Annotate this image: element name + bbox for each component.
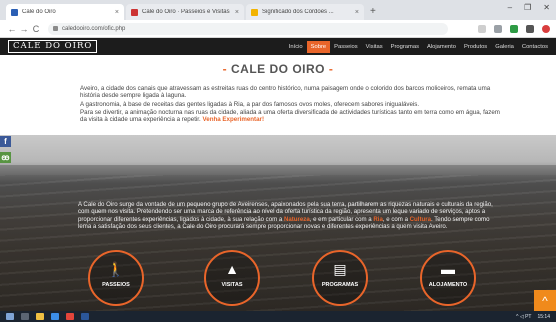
forward-icon[interactable]: → bbox=[18, 24, 30, 34]
tray-icons[interactable]: ^ ◁ PT bbox=[516, 314, 531, 320]
os-taskbar: ^ ◁ PT 15:14 bbox=[0, 311, 556, 322]
browser-tab[interactable]: Cale do Oiro × bbox=[6, 4, 124, 20]
highlight-cta: Venha Experimentar! bbox=[202, 116, 265, 124]
highlight-cultura: Cultura bbox=[409, 215, 431, 223]
minimize-icon[interactable]: – bbox=[508, 3, 512, 12]
site-header: CALE DO OIRO Início Sobre Passeios Visit… bbox=[0, 38, 556, 55]
browser-toolbar: ← → C caledooiro.com/ofic.php bbox=[0, 20, 556, 38]
menu-item-passeios[interactable]: Passeios bbox=[330, 41, 362, 53]
word-icon[interactable] bbox=[81, 313, 89, 320]
menu-item-galeria[interactable]: Galeria bbox=[491, 41, 518, 53]
category-programas[interactable]: ▤ PROGRAMAS bbox=[312, 250, 368, 306]
mountain-icon: ▲ bbox=[225, 261, 239, 277]
hero-text: , e com a bbox=[382, 215, 408, 223]
url-text: caledooiro.com/ofic.php bbox=[62, 25, 126, 32]
browser-tab[interactable]: Significado dos Cordões ... × bbox=[246, 4, 364, 20]
category-label: PROGRAMAS bbox=[321, 282, 359, 288]
extension-icon[interactable] bbox=[494, 24, 502, 33]
browser-tab[interactable]: Cale do Oiro · Passeios e Visitas × bbox=[126, 4, 244, 20]
menu-item-produtos[interactable]: Produtos bbox=[460, 41, 491, 53]
file-explorer-icon[interactable] bbox=[36, 313, 44, 320]
intro-paragraph: Aveiro, a cidade dos canais que atravess… bbox=[80, 85, 491, 100]
window-controls: – ❐ ✕ bbox=[508, 3, 550, 12]
highlight-ria: Ria bbox=[373, 215, 383, 223]
title-dash: - bbox=[328, 62, 334, 76]
page-title: - CALE DO OIRO - bbox=[0, 62, 556, 76]
document-icon: ▤ bbox=[333, 261, 347, 277]
intro-paragraph-text: Para se divertir, a animação nocturna na… bbox=[80, 109, 500, 124]
system-tray: ^ ◁ PT 15:14 bbox=[516, 314, 550, 320]
back-icon[interactable]: ← bbox=[6, 24, 18, 34]
intro-section: - CALE DO OIRO - Aveiro, a cidade dos ca… bbox=[0, 55, 556, 135]
facebook-icon[interactable]: f bbox=[0, 136, 11, 147]
close-tab-icon[interactable]: × bbox=[355, 9, 359, 16]
start-icon[interactable] bbox=[6, 313, 14, 320]
category-visitas[interactable]: ▲ VISITAS bbox=[204, 250, 260, 306]
category-label: VISITAS bbox=[221, 282, 243, 288]
hero-description: A Cale do Oiro surge da vontade de um pe… bbox=[78, 201, 498, 231]
site-logo[interactable]: CALE DO OIRO bbox=[8, 40, 98, 53]
hero-text: , e em particular com a bbox=[309, 215, 372, 223]
chrome-icon[interactable] bbox=[66, 313, 74, 320]
new-tab-button[interactable]: + bbox=[370, 4, 376, 20]
menu-item-contactos[interactable]: Contactos bbox=[518, 41, 552, 53]
tab-title: Cale do Oiro · Passeios e Visitas bbox=[142, 9, 230, 15]
title-text: CALE DO OIRO bbox=[230, 62, 325, 76]
intro-paragraph: A gastronomia, à base de receitas das ge… bbox=[80, 101, 420, 108]
main-menu: Início Sobre Passeios Visitas Programas … bbox=[285, 40, 552, 53]
address-bar[interactable]: caledooiro.com/ofic.php bbox=[48, 22, 448, 35]
highlight-natureza: Natureza bbox=[283, 215, 310, 223]
maximize-icon[interactable]: ❐ bbox=[524, 3, 531, 12]
site-favicon-icon bbox=[251, 8, 258, 16]
site-favicon-icon bbox=[11, 8, 18, 16]
walking-person-icon: 🚶 bbox=[107, 261, 125, 277]
site-favicon-icon bbox=[131, 8, 138, 16]
menu-item-inicio[interactable]: Início bbox=[285, 41, 307, 53]
menu-item-programas[interactable]: Programas bbox=[387, 41, 423, 53]
browser-icon[interactable] bbox=[51, 313, 59, 320]
category-alojamento[interactable]: ▬ ALOJAMENTO bbox=[420, 250, 476, 306]
extension-icon[interactable] bbox=[526, 24, 534, 33]
tripadvisor-icon[interactable]: ꙭ bbox=[0, 152, 11, 163]
category-label: PASSEIOS bbox=[102, 282, 130, 288]
profile-avatar[interactable] bbox=[542, 24, 550, 33]
browser-tab-bar: Cale do Oiro × Cale do Oiro · Passeios e… bbox=[0, 0, 556, 20]
menu-item-sobre[interactable]: Sobre bbox=[306, 40, 331, 53]
reload-icon[interactable]: C bbox=[30, 24, 42, 34]
clock[interactable]: 15:14 bbox=[537, 314, 550, 320]
close-tab-icon[interactable]: × bbox=[115, 9, 119, 16]
bed-icon: ▬ bbox=[441, 261, 455, 277]
close-tab-icon[interactable]: × bbox=[235, 9, 239, 16]
title-dash: - bbox=[222, 62, 228, 76]
extension-icon[interactable] bbox=[510, 24, 518, 33]
lock-icon bbox=[53, 26, 58, 31]
screen: Cale do Oiro × Cale do Oiro · Passeios e… bbox=[0, 0, 556, 322]
tab-title: Significado dos Cordões ... bbox=[262, 9, 334, 15]
tab-title: Cale do Oiro bbox=[22, 9, 56, 15]
close-window-icon[interactable]: ✕ bbox=[543, 3, 550, 12]
search-icon[interactable] bbox=[21, 313, 29, 320]
menu-item-visitas[interactable]: Visitas bbox=[362, 41, 387, 53]
intro-paragraph: Para se divertir, a animação nocturna na… bbox=[80, 109, 500, 124]
extensions-area bbox=[478, 24, 550, 33]
back-to-top-button[interactable]: ^ bbox=[534, 290, 556, 312]
star-icon[interactable] bbox=[478, 24, 486, 33]
category-label: ALOJAMENTO bbox=[428, 282, 468, 288]
category-passeios[interactable]: 🚶 PASSEIOS bbox=[88, 250, 144, 306]
menu-item-alojamento[interactable]: Alojamento bbox=[423, 41, 460, 53]
